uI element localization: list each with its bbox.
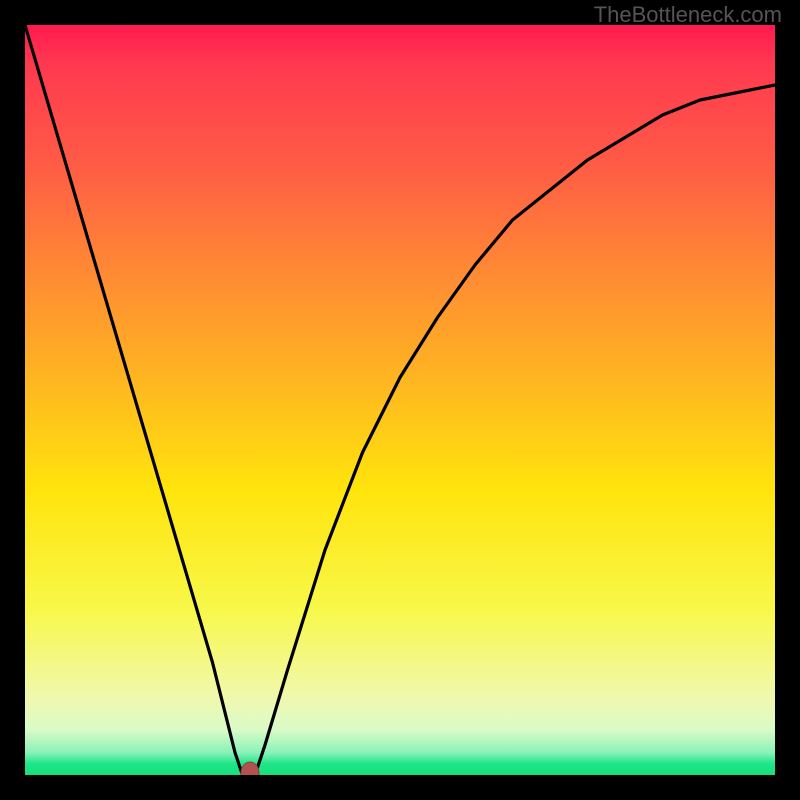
minimum-marker — [241, 762, 259, 775]
bottleneck-curve — [25, 25, 775, 775]
curve-path — [25, 25, 775, 775]
plot-frame — [25, 25, 775, 775]
attribution-text: TheBottleneck.com — [594, 2, 782, 28]
